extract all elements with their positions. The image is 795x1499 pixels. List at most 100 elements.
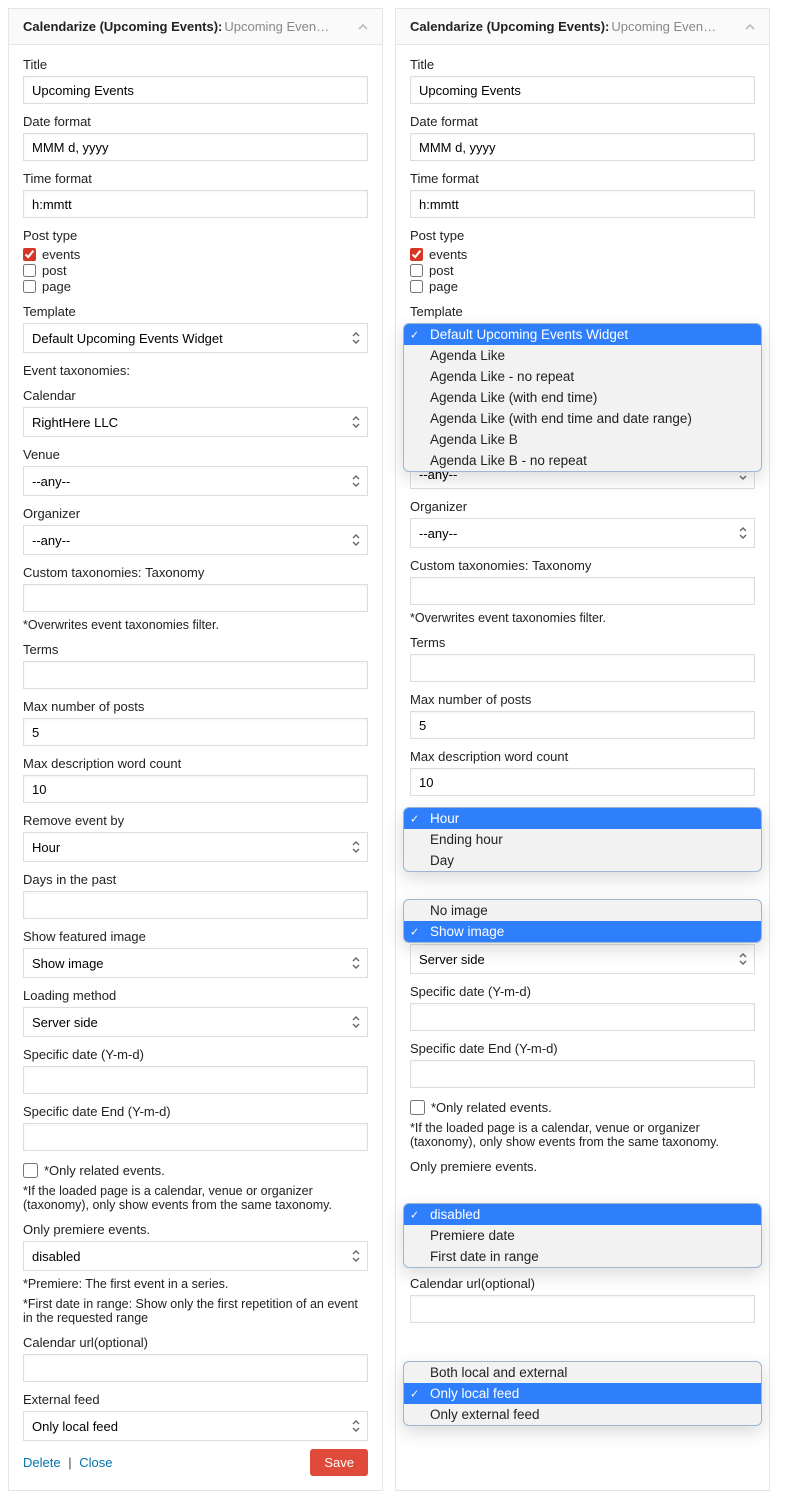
post-type-checkbox[interactable]: [23, 264, 36, 277]
dropdown-option[interactable]: First date in range: [404, 1246, 761, 1267]
template-select[interactable]: Default Upcoming Events Widget: [23, 323, 368, 353]
only-related-checkbox[interactable]: [410, 1100, 425, 1115]
post-type-checkbox[interactable]: [410, 264, 423, 277]
custom-tax-input[interactable]: [410, 577, 755, 605]
label-max-posts: Max number of posts: [410, 692, 755, 707]
label-terms: Terms: [23, 642, 368, 657]
widget-header[interactable]: Calendarize (Upcoming Events): Upcoming …: [9, 9, 382, 45]
label-specific-date: Specific date (Y-m-d): [410, 984, 755, 999]
specific-date-end-input[interactable]: [410, 1060, 755, 1088]
terms-input[interactable]: [23, 661, 368, 689]
widget-header[interactable]: Calendarize (Upcoming Events): Upcoming …: [396, 9, 769, 45]
remove-event-by-dropdown-open[interactable]: ✓HourEnding hourDay: [403, 807, 762, 872]
only-related-note: *If the loaded page is a calendar, venue…: [23, 1184, 368, 1212]
check-icon: ✓: [410, 328, 419, 341]
widget-panel-left: Calendarize (Upcoming Events): Upcoming …: [8, 8, 383, 1491]
days-past-input[interactable]: [23, 891, 368, 919]
template-dropdown-open[interactable]: ✓Default Upcoming Events Widget Agenda Li…: [403, 323, 762, 472]
post-type-checkbox[interactable]: [410, 280, 423, 293]
calendar-url-input[interactable]: [23, 1354, 368, 1382]
organizer-select[interactable]: --any--: [23, 525, 368, 555]
custom-tax-text: Custom taxonomies:: [23, 565, 142, 580]
post-type-row: events: [23, 247, 368, 262]
remove-event-by-select[interactable]: Hour: [23, 832, 368, 862]
venue-select[interactable]: --any--: [23, 466, 368, 496]
dropdown-option-label: Premiere date: [430, 1228, 515, 1243]
label-days-past: Days in the past: [23, 872, 368, 887]
dropdown-option[interactable]: Agenda Like B: [404, 429, 761, 450]
taxonomy-text: Taxonomy: [145, 565, 204, 580]
only-related-label: *Only related events.: [431, 1100, 552, 1115]
calendar-select[interactable]: RightHere LLC: [23, 407, 368, 437]
calendar-url-input[interactable]: [410, 1295, 755, 1323]
dropdown-option[interactable]: ✓Show image: [404, 921, 761, 942]
dropdown-option[interactable]: No image: [404, 900, 761, 921]
dropdown-option[interactable]: Agenda Like (with end time): [404, 387, 761, 408]
loading-method-select[interactable]: Server side: [23, 1007, 368, 1037]
post-type-checkbox-group: eventspostpage: [410, 247, 755, 294]
widget-body: Title Date format Time format Post type …: [396, 45, 769, 1409]
post-type-checkbox[interactable]: [23, 248, 36, 261]
collapse-icon[interactable]: [745, 22, 755, 32]
post-type-row: page: [23, 279, 368, 294]
close-link[interactable]: Close: [79, 1455, 112, 1470]
dropdown-option[interactable]: Agenda Like: [404, 345, 761, 366]
only-related-checkbox[interactable]: [23, 1163, 38, 1178]
time-format-input[interactable]: [410, 190, 755, 218]
label-venue: Venue: [23, 447, 368, 462]
time-format-input[interactable]: [23, 190, 368, 218]
dropdown-option[interactable]: Ending hour: [404, 829, 761, 850]
only-premiere-select[interactable]: disabled: [23, 1241, 368, 1271]
dropdown-option[interactable]: ✓Hour: [404, 808, 761, 829]
post-type-row: events: [410, 247, 755, 262]
dropdown-option[interactable]: Only external feed: [404, 1404, 761, 1425]
custom-tax-input[interactable]: [23, 584, 368, 612]
external-feed-select[interactable]: Only local feed: [23, 1411, 368, 1441]
post-type-checkbox[interactable]: [410, 248, 423, 261]
max-posts-input[interactable]: [23, 718, 368, 746]
title-input[interactable]: [410, 76, 755, 104]
label-event-taxonomies: Event taxonomies:: [23, 363, 368, 378]
specific-date-input[interactable]: [410, 1003, 755, 1031]
date-format-input[interactable]: [23, 133, 368, 161]
specific-date-input[interactable]: [23, 1066, 368, 1094]
only-premiere-dropdown-open[interactable]: ✓disabled Premiere date First date in rang…: [403, 1203, 762, 1268]
collapse-icon[interactable]: [358, 22, 368, 32]
save-button[interactable]: Save: [310, 1449, 368, 1476]
label-max-posts: Max number of posts: [23, 699, 368, 714]
external-feed-dropdown-open[interactable]: Both local and external✓Only local feed O…: [403, 1361, 762, 1426]
loading-method-select[interactable]: Server side: [410, 944, 755, 974]
dropdown-option[interactable]: Agenda Like (with end time and date rang…: [404, 408, 761, 429]
max-desc-input[interactable]: [410, 768, 755, 796]
dropdown-option[interactable]: Agenda Like B - no repeat: [404, 450, 761, 471]
max-posts-input[interactable]: [410, 711, 755, 739]
dropdown-option[interactable]: ✓disabled: [404, 1204, 761, 1225]
dropdown-option[interactable]: Premiere date: [404, 1225, 761, 1246]
label-show-featured: Show featured image: [23, 929, 368, 944]
dropdown-option-label: Agenda Like: [430, 348, 505, 363]
overwrite-note: *Overwrites event taxonomies filter.: [23, 618, 368, 632]
max-desc-input[interactable]: [23, 775, 368, 803]
dropdown-option[interactable]: ✓Default Upcoming Events Widget: [404, 324, 761, 345]
dropdown-option[interactable]: Agenda Like - no repeat: [404, 366, 761, 387]
label-loading-method: Loading method: [23, 988, 368, 1003]
terms-input[interactable]: [410, 654, 755, 682]
specific-date-end-input[interactable]: [23, 1123, 368, 1151]
show-featured-select[interactable]: Show image: [23, 948, 368, 978]
date-format-input[interactable]: [410, 133, 755, 161]
dropdown-option-label: Only external feed: [430, 1407, 540, 1422]
label-time-format: Time format: [410, 171, 755, 186]
dropdown-option[interactable]: ✓Only local feed: [404, 1383, 761, 1404]
dropdown-option-label: Show image: [430, 924, 504, 939]
dropdown-option[interactable]: Both local and external: [404, 1362, 761, 1383]
widget-header-title: Calendarize (Upcoming Events):: [410, 19, 609, 34]
organizer-select[interactable]: --any--: [410, 518, 755, 548]
label-specific-date-end: Specific date End (Y-m-d): [410, 1041, 755, 1056]
title-input[interactable]: [23, 76, 368, 104]
label-date-format: Date format: [23, 114, 368, 129]
dropdown-option[interactable]: Day: [404, 850, 761, 871]
show-featured-dropdown-open[interactable]: No image✓Show image: [403, 899, 762, 943]
delete-link[interactable]: Delete: [23, 1455, 61, 1470]
label-template: Template: [23, 304, 368, 319]
post-type-checkbox[interactable]: [23, 280, 36, 293]
